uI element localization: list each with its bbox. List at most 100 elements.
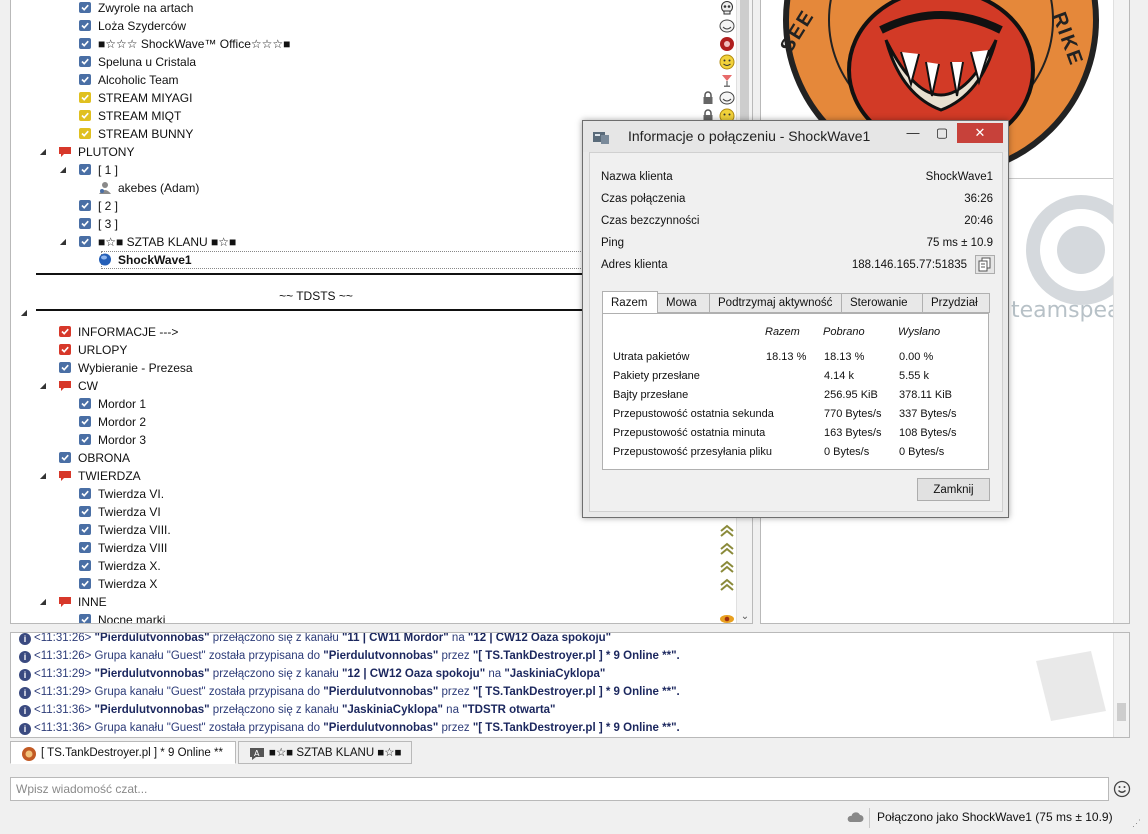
server-log[interactable]: i <11:31:26> "Pierdulutvonnobas" przełącz… [10, 632, 1130, 738]
channel-label: Twierdza X [98, 577, 158, 591]
channel-check-icon [78, 559, 92, 572]
expand-arrow-icon[interactable]: ◢ [38, 467, 48, 485]
channel-check-icon [58, 451, 72, 464]
log-line: i <11:31:36> "Pierdulutvonnobas" przełącz… [19, 701, 556, 719]
dialog-body: Nazwa klienta ShockWave1 Czas połączenia… [589, 152, 1003, 512]
channel-label: Loża Szyderców [98, 19, 187, 33]
emoji-icon[interactable] [1113, 780, 1131, 798]
channel-row[interactable]: Alcoholic Team [11, 71, 737, 89]
expand-arrow-icon[interactable]: ◢ [58, 161, 68, 179]
smiley-icon [719, 54, 735, 70]
stats-table: Razem Pobrano Wysłano Utrata pakietów 18… [602, 313, 989, 470]
channel-row[interactable]: Twierdza VIII. [11, 521, 737, 539]
channel-row[interactable]: Twierdza VIII [11, 539, 737, 557]
channel-label: Zwyrole na artach [98, 1, 194, 15]
log-line: i <11:31:29> "Pierdulutvonnobas" przełącz… [19, 665, 605, 683]
channel-label: OBRONA [78, 451, 131, 465]
log-scroll-thumb[interactable] [1117, 703, 1126, 721]
channel-label: [ 3 ] [98, 217, 119, 231]
lock-icon [701, 90, 715, 106]
channel-row[interactable]: Twierdza X. [11, 557, 737, 575]
info-scrollbar[interactable] [1113, 0, 1129, 623]
expand-arrow-icon[interactable]: ◢ [38, 377, 48, 395]
channel-check-icon [78, 415, 92, 428]
channel-row[interactable]: STREAM MIYAGI [11, 89, 737, 107]
dialog-app-icon [593, 130, 609, 144]
expand-arrow-icon[interactable]: ◢ [38, 593, 48, 611]
info-row-ping: Ping 75 ms ± 10.9 [601, 237, 993, 249]
channel-row[interactable]: Speluna u Cristala [11, 53, 737, 71]
troll-face-icon [719, 90, 735, 106]
tab-channel-chat[interactable]: A ■☆■ SZTAB KLANU ■☆■ [238, 741, 412, 764]
resize-grip-icon[interactable]: ⋰ [1132, 818, 1141, 829]
stats-row: Przepustowość ostatnia sekunda 770 Bytes… [613, 408, 957, 420]
log-line: i <11:31:36> Grupa kanału "Guest" została… [19, 719, 680, 737]
copy-icon [978, 257, 991, 272]
tab-server-chat[interactable]: [ TS.TankDestroyer.pl ] * 9 Online ** [10, 741, 236, 764]
channel-check-icon [58, 361, 72, 374]
channel-label: INFORMACJE ---> [78, 325, 179, 339]
channel-check-icon [78, 397, 92, 410]
expand-arrow-icon[interactable]: ◢ [58, 233, 68, 251]
tab-total[interactable]: Razem [602, 291, 658, 314]
channel-red-icon [58, 145, 72, 158]
channel-label: Wybieranie - Prezesa [78, 361, 193, 375]
red-badge-icon [719, 36, 735, 52]
channel-check-icon [78, 235, 92, 248]
tab-allocation[interactable]: Przydział [922, 293, 990, 313]
channel-label: Alcoholic Team [98, 73, 179, 87]
channel-label: ■☆■ SZTAB KLANU ■☆■ [98, 235, 237, 249]
channel-red-icon [58, 469, 72, 482]
expand-arrow-icon[interactable]: ◢ [38, 143, 48, 161]
info-row-client-name: Nazwa klienta ShockWave1 [601, 171, 993, 183]
channel-check-icon [78, 55, 92, 68]
cloud-icon [846, 810, 864, 824]
tab-control[interactable]: Sterowanie [841, 293, 923, 313]
channel-label: Mordor 3 [98, 433, 147, 447]
client-label: ShockWave1 [118, 253, 192, 267]
tree-scroll-thumb[interactable] [740, 0, 749, 120]
channel-row[interactable]: ■☆☆☆ ShockWave™ Office☆☆☆■ [11, 35, 737, 53]
dialog-titlebar[interactable]: Informacje o połączeniu - ShockWave1 — ▢… [583, 121, 1008, 152]
channel-row[interactable]: Nocne marki [11, 611, 737, 623]
column-header-upload: Wysłano [898, 326, 941, 338]
chat-input[interactable] [10, 777, 1109, 801]
info-row-idle-time: Czas bezczynności 20:46 [601, 215, 993, 227]
close-window-button[interactable]: ✕ [957, 123, 1003, 143]
tab-keepalive[interactable]: Podtrzymaj aktywność [709, 293, 842, 313]
channel-check-icon [78, 163, 92, 176]
channel-row[interactable]: ◢ INNE [11, 593, 737, 611]
copy-address-button[interactable] [975, 255, 995, 274]
minimize-button[interactable]: — [899, 123, 927, 143]
rank-chevron-icon [719, 558, 735, 574]
svg-text:A: A [254, 749, 260, 758]
scroll-down-icon[interactable]: ⌄ [737, 611, 752, 622]
status-separator [869, 808, 870, 828]
log-watermark-icon [1036, 651, 1106, 721]
channel-label: Mordor 2 [98, 415, 147, 429]
channel-check-icon [78, 505, 92, 518]
client-label: akebes (Adam) [118, 181, 200, 195]
expand-arrow-icon[interactable]: ◢ [19, 308, 29, 317]
channel-check-icon [78, 73, 92, 86]
channel-label: Twierdza VIII [98, 541, 168, 555]
info-row-connection-time: Czas połączenia 36:26 [601, 193, 993, 205]
channel-red-check-icon [58, 343, 72, 356]
status-bar: Połączono jako ShockWave1 (75 ms ± 10.9)… [0, 806, 1148, 834]
rank-chevron-icon [719, 540, 735, 556]
stats-row: Przepustowość ostatnia minuta 163 Bytes/… [613, 427, 957, 439]
spacer-line [36, 273, 596, 275]
eye-icon [719, 612, 735, 623]
tab-voice[interactable]: Mowa [657, 293, 710, 313]
info-icon: i [19, 633, 31, 645]
close-dialog-button[interactable]: Zamknij [917, 478, 990, 501]
connection-status: Połączono jako ShockWave1 (75 ms ± 10.9) [877, 810, 1113, 824]
channel-row[interactable]: Zwyrole na artach [11, 0, 737, 17]
channel-label: Speluna u Cristala [98, 55, 197, 69]
channel-row[interactable]: Twierdza X [11, 575, 737, 593]
maximize-button[interactable]: ▢ [928, 123, 956, 143]
log-scrollbar[interactable] [1113, 633, 1129, 737]
spacer-label: ~~ TDSTS ~~ [279, 289, 353, 303]
stats-row: Przepustowość przesyłania pliku 0 Bytes/… [613, 446, 945, 458]
channel-row[interactable]: Loża Szyderców [11, 17, 737, 35]
